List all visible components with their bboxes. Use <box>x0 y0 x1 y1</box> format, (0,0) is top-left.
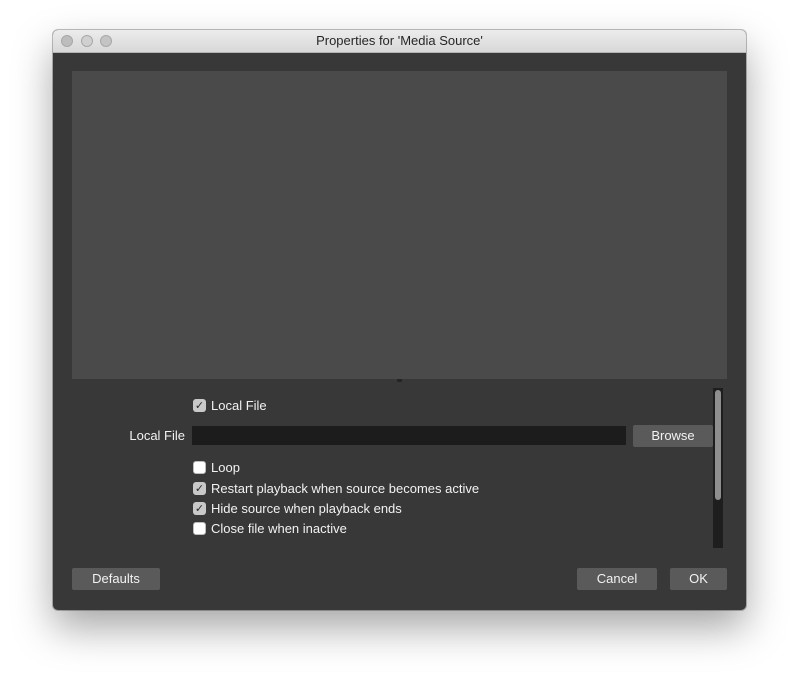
close-file-toggle[interactable]: Close file when inactive <box>193 519 347 537</box>
restart-playback-toggle[interactable]: ✓ Restart playback when source becomes a… <box>193 479 479 497</box>
loop-checkbox[interactable] <box>193 460 206 474</box>
check-icon: ✓ <box>194 481 205 495</box>
title-bar[interactable]: Properties for 'Media Source' <box>53 30 746 53</box>
defaults-button[interactable]: Defaults <box>72 568 160 590</box>
close-file-checkbox-label: Close file when inactive <box>211 520 347 536</box>
hide-source-checkbox[interactable]: ✓ <box>193 501 206 515</box>
hide-source-checkbox-label: Hide source when playback ends <box>211 500 402 516</box>
window-title: Properties for 'Media Source' <box>316 33 483 48</box>
restart-playback-checkbox[interactable]: ✓ <box>193 481 206 495</box>
scrollbar-thumb[interactable] <box>715 390 721 500</box>
local-file-checkbox-label: Local File <box>211 397 267 413</box>
browse-button[interactable]: Browse <box>633 425 713 447</box>
cancel-button[interactable]: Cancel <box>577 568 657 590</box>
local-file-toggle[interactable]: ✓ Local File <box>193 396 267 414</box>
local-file-path-input[interactable] <box>192 426 626 445</box>
loop-toggle[interactable]: Loop <box>193 458 240 476</box>
close-file-checkbox[interactable] <box>193 521 206 535</box>
ok-button[interactable]: OK <box>670 568 727 590</box>
properties-scrollbar[interactable] <box>713 388 723 548</box>
check-icon: ✓ <box>194 398 205 412</box>
restart-playback-checkbox-label: Restart playback when source becomes act… <box>211 480 480 496</box>
splitter-handle[interactable] <box>397 379 402 382</box>
source-preview <box>72 71 727 379</box>
hide-source-toggle[interactable]: ✓ Hide source when playback ends <box>193 499 402 517</box>
local-file-checkbox[interactable]: ✓ <box>193 398 206 412</box>
properties-dialog: Properties for 'Media Source' ✓ Local Fi… <box>53 30 746 610</box>
check-icon: ✓ <box>194 501 205 515</box>
local-file-field-label: Local File <box>129 428 185 443</box>
loop-checkbox-label: Loop <box>211 459 240 475</box>
